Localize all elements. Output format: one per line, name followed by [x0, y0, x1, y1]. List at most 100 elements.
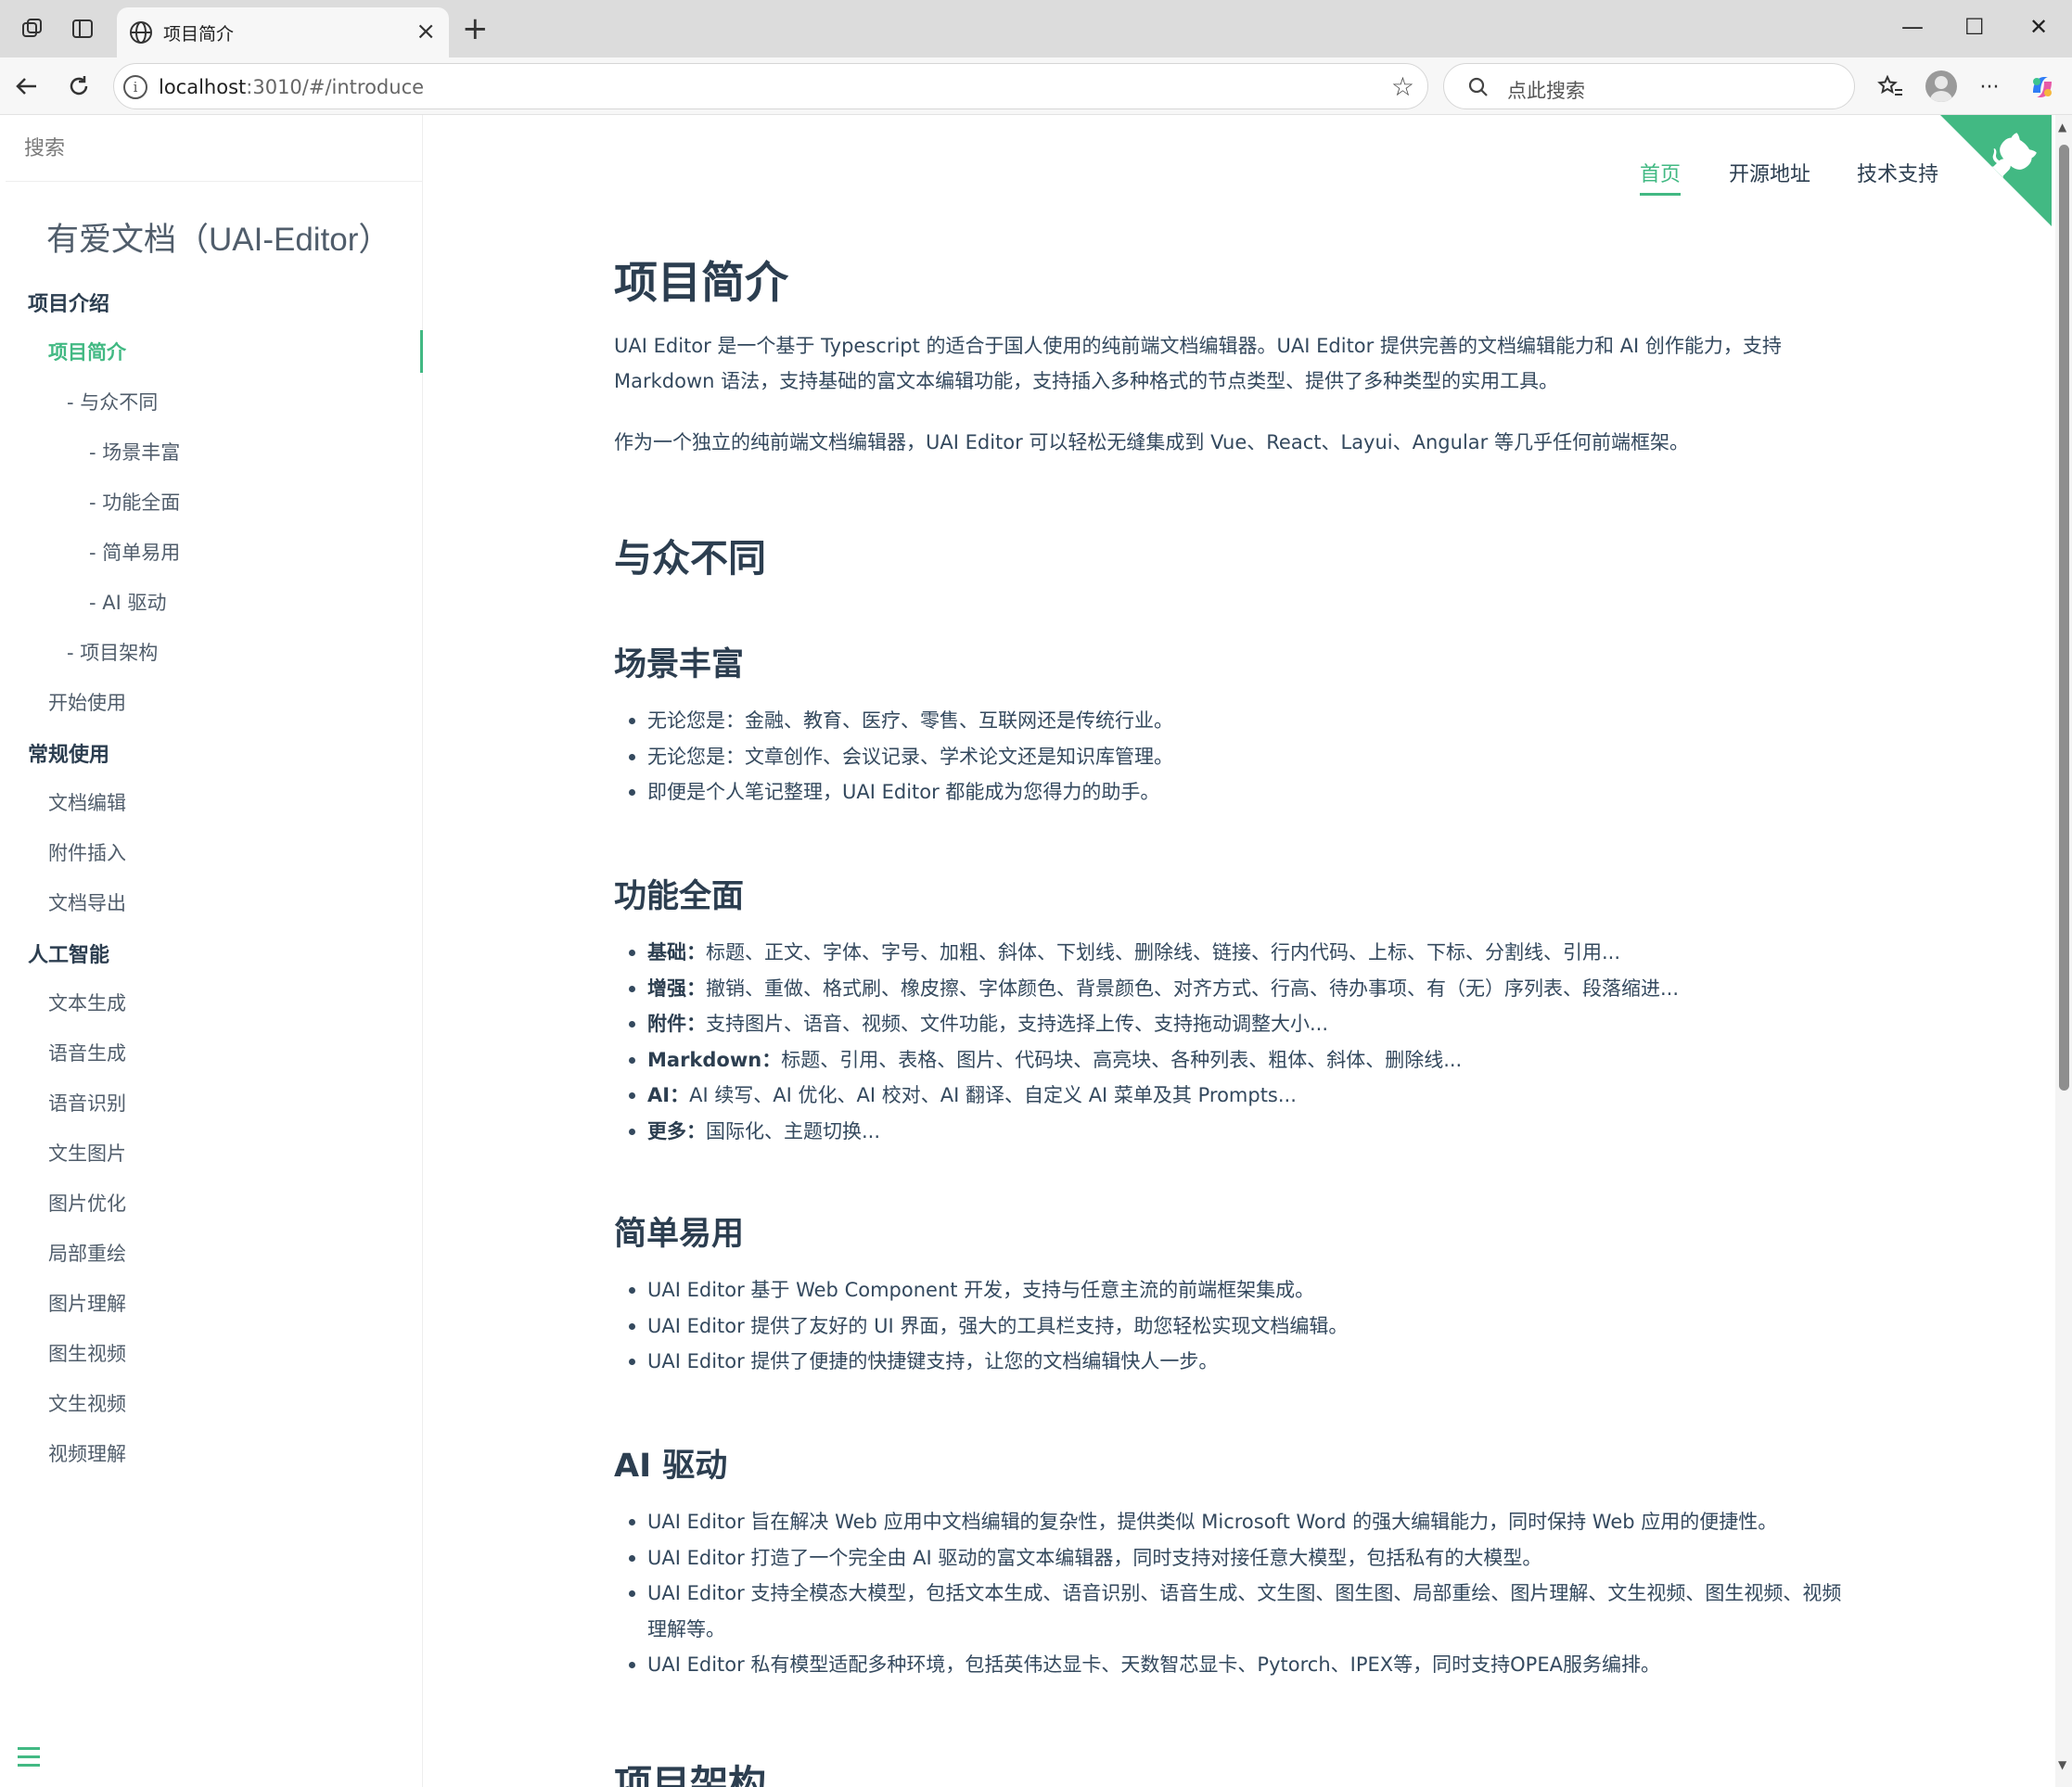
sidebar-search [6, 115, 423, 182]
intro-paragraph-2: 作为一个独立的纯前端文档编辑器，UAI Editor 可以轻松无缝集成到 Vue… [614, 431, 1689, 453]
feature-text: 撤销、重做、格式刷、橡皮擦、字体颜色、背景颜色、对齐方式、行高、待办事项、有（无… [706, 976, 1680, 1000]
address-bar[interactable]: i localhost:3010/#/introduce ☆ [113, 63, 1428, 109]
feature-text: 标题、引用、表格、图片、代码块、高亮块、各种列表、粗体、斜体、删除线... [781, 1048, 1463, 1071]
sidebar-item[interactable]: - 功能全面 [89, 488, 180, 516]
ai-item: UAI Editor 私有模型适配多种环境，包括英伟达显卡、天数智芯显卡、Pyt… [614, 1647, 1857, 1683]
scroll-down-icon[interactable]: ▼ [2058, 1758, 2066, 1771]
ai-list: UAI Editor 旨在解决 Web 应用中文档编辑的复杂性，提供类似 Mic… [614, 1504, 1857, 1683]
browser-tab-strip: 项目简介 × + — ☐ ✕ [0, 0, 2072, 57]
ai-item: UAI Editor 旨在解决 Web 应用中文档编辑的复杂性，提供类似 Mic… [614, 1504, 1857, 1540]
github-corner-icon[interactable] [1940, 115, 2052, 226]
feature-text: 国际化、主题切换... [706, 1119, 881, 1142]
sidebar-item[interactable]: - 简单易用 [89, 538, 180, 566]
feature-text: AI 续写、AI 优化、AI 校对、AI 翻译、自定义 AI 菜单及其 Prom… [689, 1084, 1297, 1106]
feature-label: Markdown： [647, 1048, 782, 1071]
sidebar-item[interactable]: - 与众不同 [67, 388, 158, 415]
sidebar-item[interactable]: - 场景丰富 [89, 438, 180, 466]
page-title: 项目简介 [614, 258, 788, 309]
url-text[interactable]: localhost:3010/#/introduce [159, 76, 424, 98]
copilot-icon[interactable] [2024, 69, 2061, 106]
heading-scenarios: 场景丰富 [614, 646, 745, 683]
new-tab-button[interactable]: + [462, 13, 489, 45]
sidebar-item[interactable]: 语音生成 [48, 1039, 126, 1066]
maximize-button[interactable]: ☐ [1964, 11, 1985, 43]
search-placeholder: 点此搜索 [1507, 80, 1585, 102]
easy-item: UAI Editor 基于 Web Component 开发，支持与任意主流的前… [614, 1272, 1857, 1308]
minimize-button[interactable]: — [1901, 11, 1924, 43]
feature-list: 基础：标题、正文、字体、字号、加粗、斜体、下划线、删除线、链接、行内代码、上标、… [614, 935, 1857, 1149]
feature-item: 基础：标题、正文、字体、字号、加粗、斜体、下划线、删除线、链接、行内代码、上标、… [614, 935, 1857, 971]
sidebar-item[interactable]: - 项目架构 [67, 638, 158, 666]
easy-item: UAI Editor 提供了友好的 UI 界面，强大的工具栏支持，助您轻松实现文… [614, 1308, 1857, 1345]
sidebar-item[interactable]: 项目简介 [48, 338, 126, 365]
sidebar-group[interactable]: 常规使用 [28, 738, 109, 768]
favorite-star-icon[interactable]: ☆ [1391, 71, 1414, 102]
feature-item: 增强：撤销、重做、格式刷、橡皮擦、字体颜色、背景颜色、对齐方式、行高、待办事项、… [614, 971, 1857, 1007]
sidebar-item[interactable]: 开始使用 [48, 688, 126, 716]
site-info-icon[interactable]: i [123, 75, 147, 99]
scrollbar-thumb[interactable] [2059, 145, 2069, 1091]
close-window-button[interactable]: ✕ [2029, 11, 2048, 43]
url-host: localhost [159, 76, 247, 98]
active-tab[interactable]: 项目简介 × [117, 7, 449, 57]
sidebar-item[interactable]: 文档导出 [48, 888, 126, 916]
url-path: :3010/#/introduce [246, 76, 425, 98]
feature-text: 支持图片、语音、视频、文件功能，支持选择上传、支持拖动调整大小... [706, 1013, 1329, 1035]
feature-label: 更多： [647, 1119, 706, 1142]
heading-architecture: 项目架构 [614, 1762, 766, 1787]
nav-support[interactable]: 技术支持 [1857, 158, 1938, 187]
nav-home[interactable]: 首页 [1640, 158, 1682, 196]
sidebar-group[interactable]: 人工智能 [28, 938, 109, 968]
sidebar-item[interactable]: 文生视频 [48, 1389, 126, 1417]
heading-easy: 简单易用 [614, 1216, 745, 1253]
tab-close-icon[interactable]: × [416, 18, 436, 45]
sidebar-item[interactable]: 图片理解 [48, 1289, 126, 1317]
sidebar-item[interactable]: 图生视频 [48, 1339, 126, 1367]
app-name[interactable]: 有爱文档（UAI-Editor） [46, 213, 390, 261]
vertical-tabs-icon[interactable] [67, 13, 98, 45]
sidebar-item[interactable]: 文档编辑 [48, 788, 126, 816]
scenario-list: 无论您是：金融、教育、医疗、零售、互联网还是传统行业。 无论您是：文章创作、会议记… [614, 703, 1857, 811]
sidebar-toggle-icon[interactable] [15, 1743, 43, 1771]
sidebar-item[interactable]: 局部重绘 [48, 1239, 126, 1267]
sidebar-item[interactable]: 附件插入 [48, 838, 126, 866]
sidebar-search-input[interactable] [24, 132, 395, 165]
sidebar-item[interactable]: 文生图片 [48, 1139, 126, 1167]
tab-title: 项目简介 [163, 24, 235, 45]
reload-icon[interactable] [61, 69, 96, 104]
browser-search-box[interactable]: 点此搜索 [1443, 63, 1855, 109]
search-icon [1468, 77, 1488, 96]
feature-item: 附件：支持图片、语音、视频、文件功能，支持选择上传、支持拖动调整大小... [614, 1006, 1857, 1042]
easy-list: UAI Editor 基于 Web Component 开发，支持与任意主流的前… [614, 1272, 1857, 1380]
heading-different: 与众不同 [614, 536, 766, 581]
profile-avatar[interactable] [1925, 70, 1957, 102]
ai-item: UAI Editor 打造了一个完全由 AI 驱动的富文本编辑器，同时支持对接任… [614, 1540, 1857, 1576]
feature-label: 附件： [647, 1013, 706, 1035]
sidebar-item[interactable]: 文本生成 [48, 989, 126, 1016]
scenario-item: 无论您是：文章创作、会议记录、学术论文还是知识库管理。 [614, 739, 1857, 775]
scrollbar[interactable]: ▲ ▼ [2055, 115, 2072, 1787]
feature-label: 增强： [647, 976, 706, 1000]
sidebar-item[interactable]: 图片优化 [48, 1189, 126, 1217]
more-menu-icon[interactable]: ··· [1971, 69, 2008, 106]
intro-paragraph-1: UAI Editor 是一个基于 Typescript 的适合于国人使用的纯前端… [614, 335, 1782, 392]
favorites-icon[interactable] [1872, 69, 1909, 106]
easy-item: UAI Editor 提供了便捷的快捷键支持，让您的文档编辑快人一步。 [614, 1344, 1857, 1380]
feature-text: 标题、正文、字体、字号、加粗、斜体、下划线、删除线、链接、行内代码、上标、下标、… [706, 941, 1621, 964]
feature-item: Markdown：标题、引用、表格、图片、代码块、高亮块、各种列表、粗体、斜体、… [614, 1042, 1857, 1079]
sidebar-item[interactable]: 语音识别 [48, 1089, 126, 1117]
browser-toolbar: i localhost:3010/#/introduce ☆ 点此搜索 ··· [0, 57, 2072, 115]
scenario-item: 无论您是：金融、教育、医疗、零售、互联网还是传统行业。 [614, 703, 1857, 739]
sidebar-item[interactable]: 视频理解 [48, 1439, 126, 1467]
page-viewport: 有爱文档（UAI-Editor） 项目介绍项目简介- 与众不同- 场景丰富- 功… [6, 115, 2072, 1787]
heading-features: 功能全面 [614, 878, 745, 915]
sidebar-group[interactable]: 项目介绍 [28, 287, 109, 317]
ai-item: UAI Editor 支持全模态大模型，包括文本生成、语音识别、语音生成、文生图… [614, 1576, 1857, 1647]
workspaces-icon[interactable] [17, 13, 48, 45]
back-icon[interactable] [9, 69, 45, 104]
sidebar-item[interactable]: - AI 驱动 [89, 588, 167, 616]
feature-label: AI： [647, 1084, 690, 1106]
scroll-up-icon[interactable]: ▲ [2058, 121, 2066, 134]
nav-opensource[interactable]: 开源地址 [1729, 158, 1810, 187]
active-indicator [420, 330, 423, 373]
